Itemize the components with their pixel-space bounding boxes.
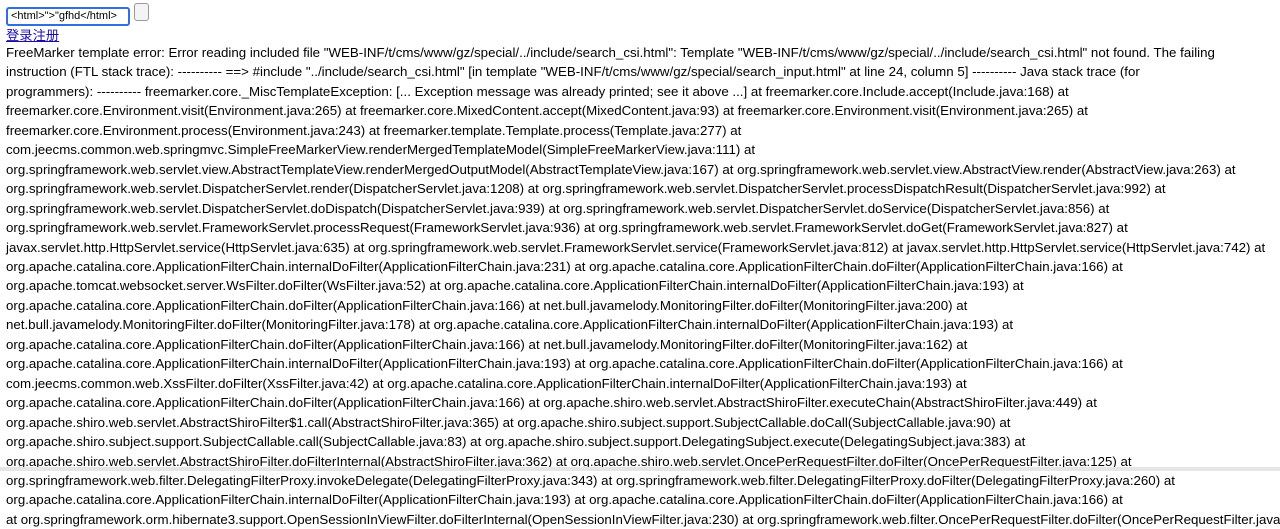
error-line: org.apache.shiro.subject.support.Subject… bbox=[6, 434, 1026, 450]
error-line: org.apache.catalina.core.ApplicationFilt… bbox=[6, 356, 1123, 372]
error-line: org.springframework.web.filter.Delegatin… bbox=[6, 472, 1175, 488]
error-line: at org.springframework.orm.hibernate3.su… bbox=[6, 511, 1280, 527]
error-line: com.jeecms.common.web.XssFilter.doFilter… bbox=[6, 375, 967, 391]
error-line: freemarker.core.Environment.visit(Enviro… bbox=[6, 103, 1088, 119]
error-line: org.springframework.web.servlet.Dispatch… bbox=[6, 181, 1166, 197]
error-line: org.apache.catalina.core.ApplicationFilt… bbox=[6, 336, 968, 352]
search-form bbox=[6, 3, 149, 26]
error-line: instruction (FTL stack trace): ---------… bbox=[6, 64, 1140, 80]
error-line: programmers): ---------- freemarker.core… bbox=[6, 83, 1069, 99]
search-input[interactable] bbox=[6, 7, 130, 26]
error-line: org.apache.catalina.core.ApplicationFilt… bbox=[6, 258, 1123, 274]
error-line: org.apache.catalina.core.ApplicationFilt… bbox=[6, 297, 968, 313]
error-line: net.bull.javamelody.MonitoringFilter.doF… bbox=[6, 317, 1014, 333]
horizontal-scrollbar[interactable] bbox=[0, 467, 1280, 471]
error-line: javax.servlet.http.HttpServlet.service(H… bbox=[6, 239, 1266, 255]
error-line: org.apache.catalina.core.ApplicationFilt… bbox=[6, 492, 1123, 508]
error-line: org.apache.shiro.web.servlet.AbstractShi… bbox=[6, 414, 1011, 430]
error-line: freemarker.core.Environment.process(Envi… bbox=[6, 122, 742, 138]
login-register-link[interactable]: 登录注册 bbox=[6, 25, 59, 44]
error-message: FreeMarker template error: Error reading… bbox=[6, 43, 1280, 529]
error-line: org.springframework.web.servlet.Framewor… bbox=[6, 220, 1128, 236]
error-line: org.apache.tomcat.websocket.server.WsFil… bbox=[6, 278, 1024, 294]
error-line: com.jeecms.common.web.springmvc.SimpleFr… bbox=[6, 142, 756, 158]
error-line: org.springframework.web.servlet.view.Abs… bbox=[6, 161, 1236, 177]
error-line: FreeMarker template error: Error reading… bbox=[6, 45, 1215, 60]
search-submit-button[interactable] bbox=[134, 3, 149, 21]
error-line: org.apache.catalina.core.ApplicationFilt… bbox=[6, 395, 1097, 411]
error-line: org.springframework.web.servlet.Dispatch… bbox=[6, 200, 1110, 216]
